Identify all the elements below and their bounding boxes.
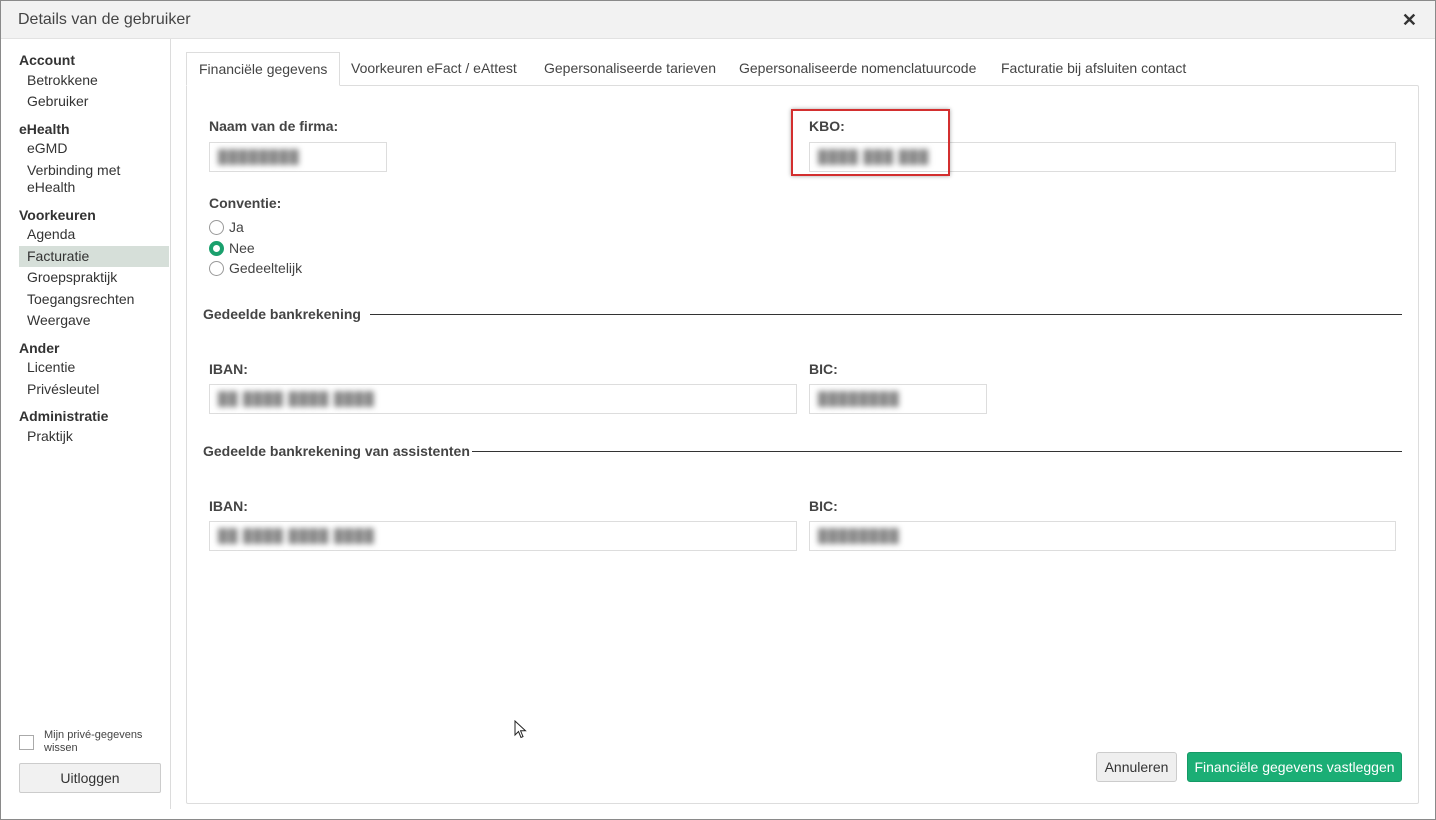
kbo-value: ████ ███ ███: [818, 149, 930, 164]
assistants-iban-label: IBAN:: [209, 498, 248, 514]
shared-bic-input[interactable]: ████████: [809, 384, 987, 414]
tab-facturatie-afsluiten[interactable]: Facturatie bij afsluiten contact: [1001, 52, 1186, 86]
radio-icon: [209, 261, 224, 276]
kbo-input[interactable]: ████ ███ ███: [809, 142, 1396, 172]
privacy-wipe-checkbox[interactable]: [19, 735, 34, 750]
convention-option-ja[interactable]: Ja: [209, 219, 244, 235]
kbo-label: KBO:: [809, 118, 845, 134]
cancel-button[interactable]: Annuleren: [1096, 752, 1177, 782]
sidebar-item-praktijk[interactable]: Praktijk: [19, 428, 169, 445]
radio-selected-icon: [209, 241, 224, 256]
assistants-account-heading: Gedeelde bankrekening van assistenten: [203, 443, 470, 459]
assistants-bic-label: BIC:: [809, 498, 838, 514]
sidebar-group-voorkeuren: Voorkeuren: [19, 207, 96, 223]
sidebar-group-administratie: Administratie: [19, 408, 109, 424]
assistants-bic-value: ████████: [818, 528, 900, 543]
convention-option-gedeeltelijk-label: Gedeeltelijk: [229, 260, 303, 276]
convention-label: Conventie:: [209, 195, 282, 211]
shared-iban-input[interactable]: ██ ████ ████ ████: [209, 384, 797, 414]
user-details-dialog: Details van de gebruiker ✕ Account Betro…: [0, 0, 1436, 820]
shared-bic-value: ████████: [818, 391, 900, 406]
shared-account-heading: Gedeelde bankrekening: [203, 306, 361, 322]
section-divider: [370, 314, 1402, 315]
sidebar-item-toegangsrechten[interactable]: Toegangsrechten: [19, 291, 169, 308]
dialog-title: Details van de gebruiker: [18, 11, 191, 28]
sidebar: Account Betrokkene Gebruiker eHealth eGM…: [1, 39, 171, 809]
privacy-wipe-label: Mijn privé-gegevens wissen: [44, 729, 143, 754]
sidebar-item-licentie[interactable]: Licentie: [19, 359, 169, 376]
tab-gepersonaliseerde-nomenclatuurcode[interactable]: Gepersonaliseerde nomenclatuurcode: [739, 52, 976, 86]
sidebar-item-weergave[interactable]: Weergave: [19, 312, 169, 329]
tab-financiele-gegevens[interactable]: Financiële gegevens: [186, 52, 341, 86]
section-divider: [472, 451, 1402, 452]
sidebar-group-ehealth: eHealth: [19, 121, 70, 137]
sidebar-item-agenda[interactable]: Agenda: [19, 226, 169, 243]
sidebar-item-verbinding-ehealth[interactable]: Verbinding met eHealth: [19, 162, 139, 196]
convention-option-gedeeltelijk[interactable]: Gedeeltelijk: [209, 260, 302, 276]
sidebar-group-ander: Ander: [19, 340, 60, 356]
tab-voorkeuren-efact[interactable]: Voorkeuren eFact / eAttest: [351, 52, 517, 86]
sidebar-group-account: Account: [19, 52, 75, 68]
sidebar-item-privesleutel[interactable]: Privésleutel: [19, 381, 169, 398]
assistants-bic-input[interactable]: ████████: [809, 521, 1396, 551]
convention-option-nee-label: Nee: [229, 240, 255, 256]
radio-icon: [209, 220, 224, 235]
close-icon[interactable]: ✕: [1402, 10, 1417, 31]
save-financial-data-button[interactable]: Financiële gegevens vastleggen: [1187, 752, 1402, 782]
sidebar-item-groepspraktijk[interactable]: Groepspraktijk: [19, 269, 169, 286]
convention-option-ja-label: Ja: [229, 219, 244, 235]
shared-bic-label: BIC:: [809, 361, 838, 377]
assistants-iban-value: ██ ████ ████ ████: [218, 528, 375, 543]
assistants-iban-input[interactable]: ██ ████ ████ ████: [209, 521, 797, 551]
shared-iban-value: ██ ████ ████ ████: [218, 391, 375, 406]
firm-name-label: Naam van de firma:: [209, 118, 339, 134]
sidebar-item-facturatie[interactable]: Facturatie: [19, 246, 169, 267]
firm-name-value: ████████: [218, 149, 300, 164]
convention-option-nee[interactable]: Nee: [209, 240, 255, 256]
logout-button[interactable]: Uitloggen: [19, 763, 161, 793]
dialog-titlebar: Details van de gebruiker ✕: [1, 1, 1435, 39]
tab-gepersonaliseerde-tarieven[interactable]: Gepersonaliseerde tarieven: [544, 52, 716, 86]
shared-iban-label: IBAN:: [209, 361, 248, 377]
sidebar-item-betrokkene[interactable]: Betrokkene: [19, 72, 169, 89]
mouse-pointer-icon: [514, 720, 527, 739]
sidebar-item-gebruiker[interactable]: Gebruiker: [19, 93, 169, 110]
sidebar-item-egmd[interactable]: eGMD: [19, 140, 169, 157]
firm-name-input[interactable]: ████████: [209, 142, 387, 172]
